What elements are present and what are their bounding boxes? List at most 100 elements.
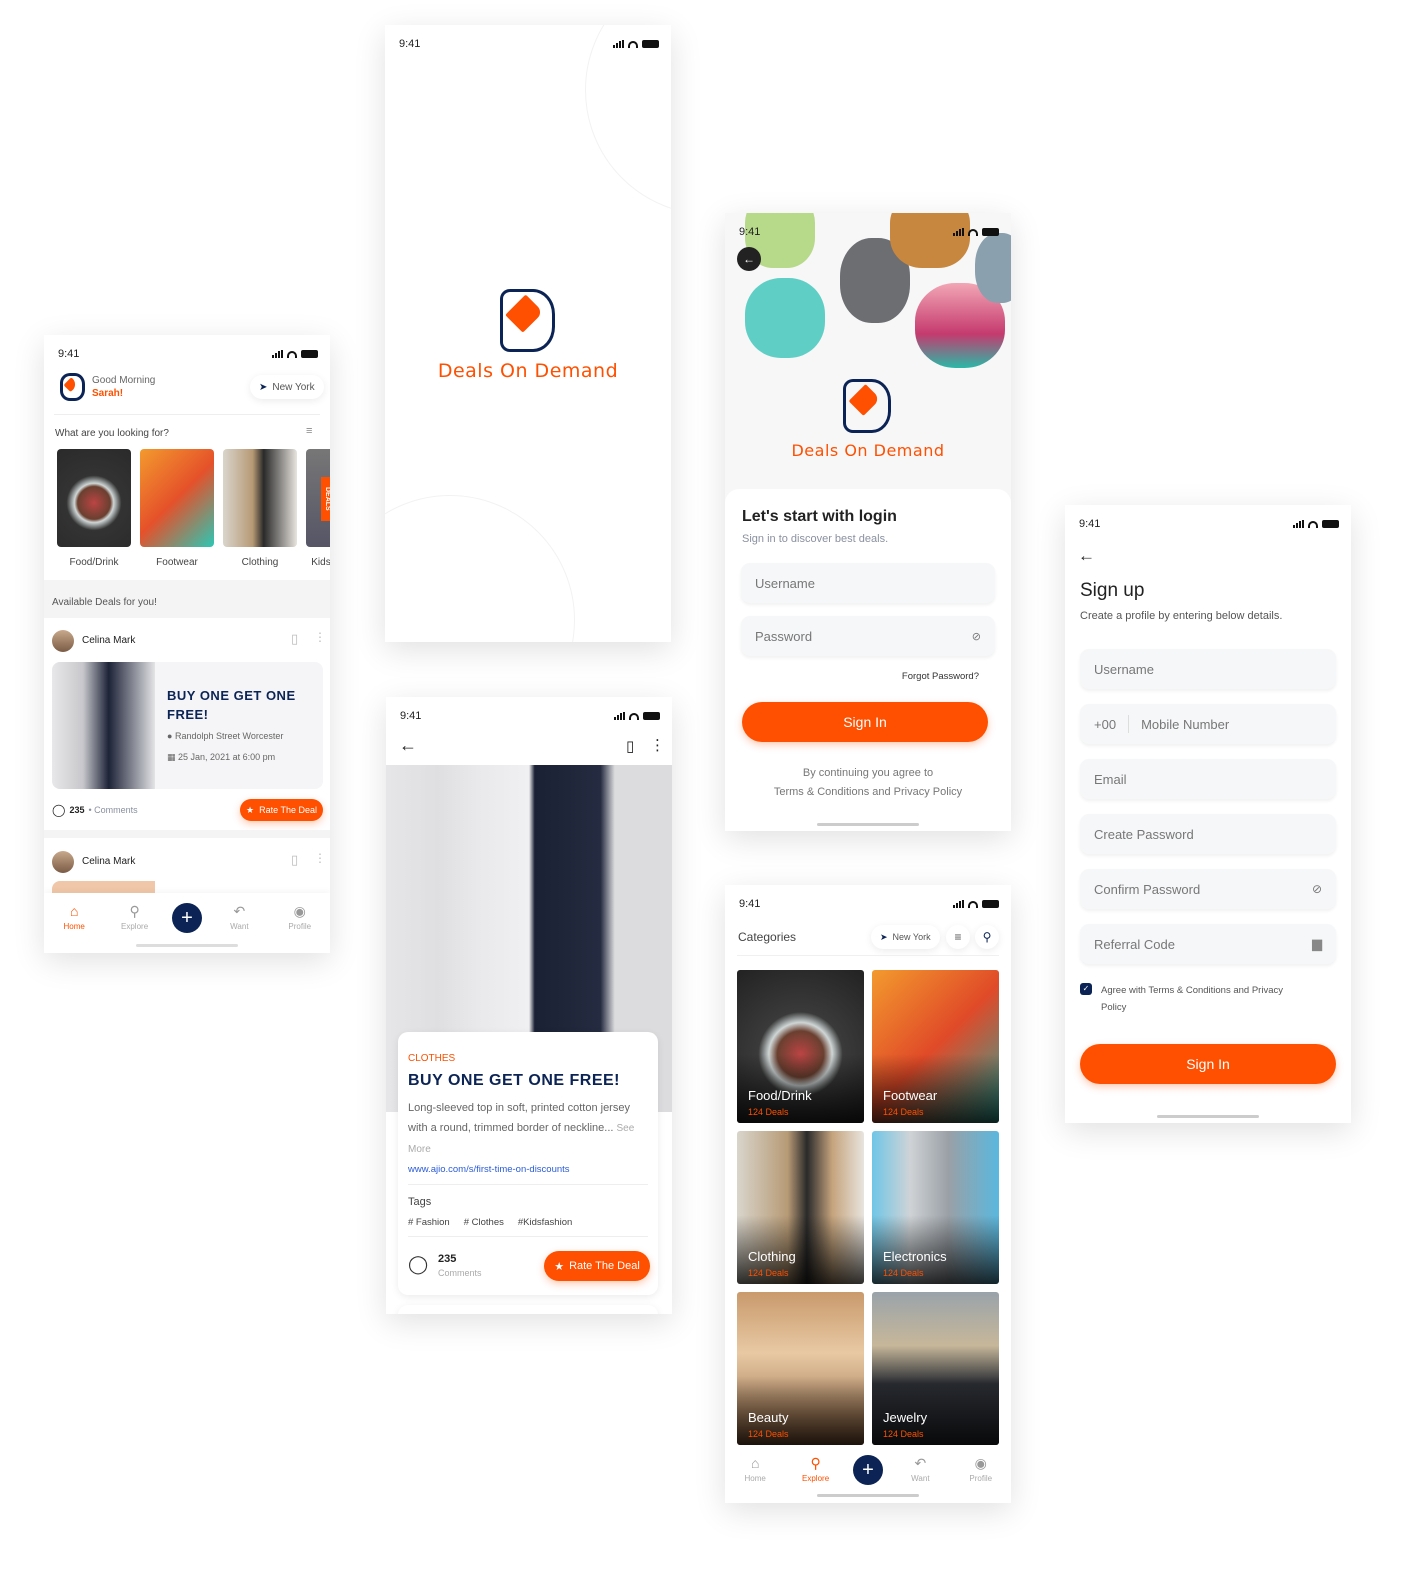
mobile-input[interactable]: +00 Mobile Number xyxy=(1080,704,1336,744)
greeting: Good Morning xyxy=(92,375,156,386)
terms-text: By continuing you agree to Terms & Condit… xyxy=(725,764,1011,802)
deal-card[interactable]: Celina Mark ▯ ⋮ BUY ONE GET ONE FREE! ● … xyxy=(44,618,330,830)
login-screen: 9:41 ← Deals On Demand Let's start with … xyxy=(725,213,1011,831)
home-icon: ⌂ xyxy=(69,903,79,919)
category-label: Food/Drink xyxy=(69,557,119,568)
agree-terms-label: Agree with Terms & Conditions and Privac… xyxy=(1101,985,1283,1013)
back-button[interactable]: ← xyxy=(737,247,761,271)
deal-category: CLOTHES xyxy=(408,1053,456,1064)
tags-label: Tags xyxy=(408,1196,432,1208)
star-icon: ★ xyxy=(246,804,255,815)
comments-label[interactable]: Comments xyxy=(438,1268,482,1278)
nav-home[interactable]: ⌂ Home xyxy=(51,903,97,931)
tag[interactable]: #Kidsfashion xyxy=(518,1217,572,1228)
deals-ribbon: DEALS xyxy=(321,477,330,521)
country-code[interactable]: +00 xyxy=(1094,717,1116,732)
deal-link[interactable]: www.ajio.com/s/first-time-on-discounts xyxy=(408,1164,570,1175)
more-icon[interactable]: ⋮ xyxy=(650,736,665,754)
splash-screen: 9:41 Deals On Demand xyxy=(385,25,671,642)
email-input[interactable]: Email xyxy=(1080,759,1336,799)
comments-link[interactable]: ◯ 235 • Comments xyxy=(52,803,138,817)
category-tile-clothing[interactable]: Clothing 124 Deals xyxy=(737,1131,864,1284)
location-button[interactable]: ➤ New York xyxy=(871,925,940,949)
terms-link[interactable]: Terms & Conditions and Privacy Policy xyxy=(725,783,1011,802)
avatar xyxy=(52,851,74,873)
rate-deal-button[interactable]: ★ Rate The Deal xyxy=(240,799,323,821)
eye-off-icon[interactable]: ⊘ xyxy=(972,630,981,643)
tag[interactable]: # Fashion xyxy=(408,1217,450,1228)
nav-want[interactable]: ↶ Want xyxy=(897,1455,943,1483)
username-input[interactable]: Username xyxy=(1080,649,1336,689)
add-deal-button[interactable]: + xyxy=(171,903,202,933)
forgot-password-link[interactable]: Forgot Password? xyxy=(902,671,979,682)
nav-explore[interactable]: ⚲ Explore xyxy=(793,1455,839,1483)
search-icon: ⚲ xyxy=(810,1455,821,1471)
category-clothing-image[interactable] xyxy=(223,449,297,547)
category-label: Kids xyxy=(311,557,330,568)
deal-title: BUY ONE GET ONE FREE! xyxy=(167,688,296,722)
filter-icon[interactable]: ≡ xyxy=(306,425,312,437)
comment-icon: ◯ xyxy=(52,803,66,817)
brand-name: Deals On Demand xyxy=(437,360,619,382)
category-footwear-image[interactable] xyxy=(140,449,214,547)
password-input[interactable]: Password ⊘ xyxy=(741,616,995,656)
deal-image xyxy=(52,662,155,789)
search-button[interactable]: ⚲ xyxy=(975,925,999,949)
category-label: Clothing xyxy=(241,557,279,568)
tag[interactable]: # Clothes xyxy=(464,1217,504,1228)
login-subtitle: Sign in to discover best deals. xyxy=(742,533,889,545)
referral-code-input[interactable]: Referral Code ▆ xyxy=(1080,924,1336,964)
category-tile-footwear[interactable]: Footwear 124 Deals xyxy=(872,970,999,1123)
bookmark-icon[interactable]: ▯ xyxy=(291,852,298,868)
agree-checkbox[interactable]: ✓ xyxy=(1080,983,1092,995)
confirm-password-input[interactable]: Confirm Password ⊘ xyxy=(1080,869,1336,909)
username-input[interactable]: Username xyxy=(741,563,995,603)
category-tile-beauty[interactable]: Beauty 124 Deals xyxy=(737,1292,864,1445)
avatar xyxy=(52,630,74,652)
ticket-icon: ▆ xyxy=(1312,936,1322,951)
location-label: New York xyxy=(272,381,315,393)
time: 9:41 xyxy=(400,710,422,722)
page-title: Categories xyxy=(738,930,797,944)
eye-off-icon[interactable]: ⊘ xyxy=(1312,882,1322,896)
nav-home[interactable]: ⌂ Home xyxy=(732,1455,778,1483)
category-tile-food[interactable]: Food/Drink 124 Deals xyxy=(737,970,864,1123)
nav-profile[interactable]: ◉ Profile xyxy=(277,903,323,931)
filter-button[interactable]: ≡ xyxy=(946,925,970,949)
pin-icon: ● xyxy=(167,731,173,741)
nav-want[interactable]: ↶ Want xyxy=(216,903,262,931)
user-name: Sarah! xyxy=(92,388,124,399)
time: 9:41 xyxy=(58,348,80,360)
comment-icon: ◯ xyxy=(408,1254,429,1274)
deal-description: Long-sleeved top in soft, printed cotton… xyxy=(408,1102,635,1155)
sign-in-button[interactable]: Sign In xyxy=(742,702,988,742)
add-deal-button[interactable]: + xyxy=(852,1455,883,1485)
nav-explore[interactable]: ⚲ Explore xyxy=(112,903,158,931)
more-icon[interactable]: ⋮ xyxy=(314,630,326,644)
back-arrow-icon[interactable]: ← xyxy=(1078,546,1095,566)
bookmark-icon[interactable]: ▯ xyxy=(291,631,298,647)
back-arrow-icon[interactable]: ← xyxy=(399,735,417,756)
category-food-image[interactable] xyxy=(57,449,131,547)
category-tile-jewelry[interactable]: Jewelry 124 Deals xyxy=(872,1292,999,1445)
more-icon[interactable]: ⋮ xyxy=(314,851,326,865)
sign-in-button[interactable]: Sign In xyxy=(1080,1044,1336,1084)
brand-name: Deals On Demand xyxy=(791,441,945,460)
deal-date: ▦ 25 Jan, 2021 at 6:00 pm xyxy=(167,752,276,762)
location-button[interactable]: ➤ New York xyxy=(250,375,324,399)
time: 9:41 xyxy=(739,898,761,910)
page-title: Sign up xyxy=(1080,580,1145,601)
author-name: Celina Mark xyxy=(82,856,136,867)
category-tile-electronics[interactable]: Electronics 124 Deals xyxy=(872,1131,999,1284)
nav-profile[interactable]: ◉ Profile xyxy=(958,1455,1004,1483)
home-icon: ⌂ xyxy=(750,1455,760,1471)
want-icon: ↶ xyxy=(233,903,246,919)
location-arrow-icon: ➤ xyxy=(880,931,888,942)
signup-screen: 9:41 ← Sign up Create a profile by enter… xyxy=(1065,505,1351,1123)
search-icon: ⚲ xyxy=(982,930,992,944)
app-logo xyxy=(60,373,85,401)
rate-deal-button[interactable]: ★ Rate The Deal xyxy=(544,1251,650,1281)
section-title: What are you looking for? xyxy=(55,428,169,439)
create-password-input[interactable]: Create Password xyxy=(1080,814,1336,854)
bookmark-icon[interactable]: ▯ xyxy=(626,737,634,755)
